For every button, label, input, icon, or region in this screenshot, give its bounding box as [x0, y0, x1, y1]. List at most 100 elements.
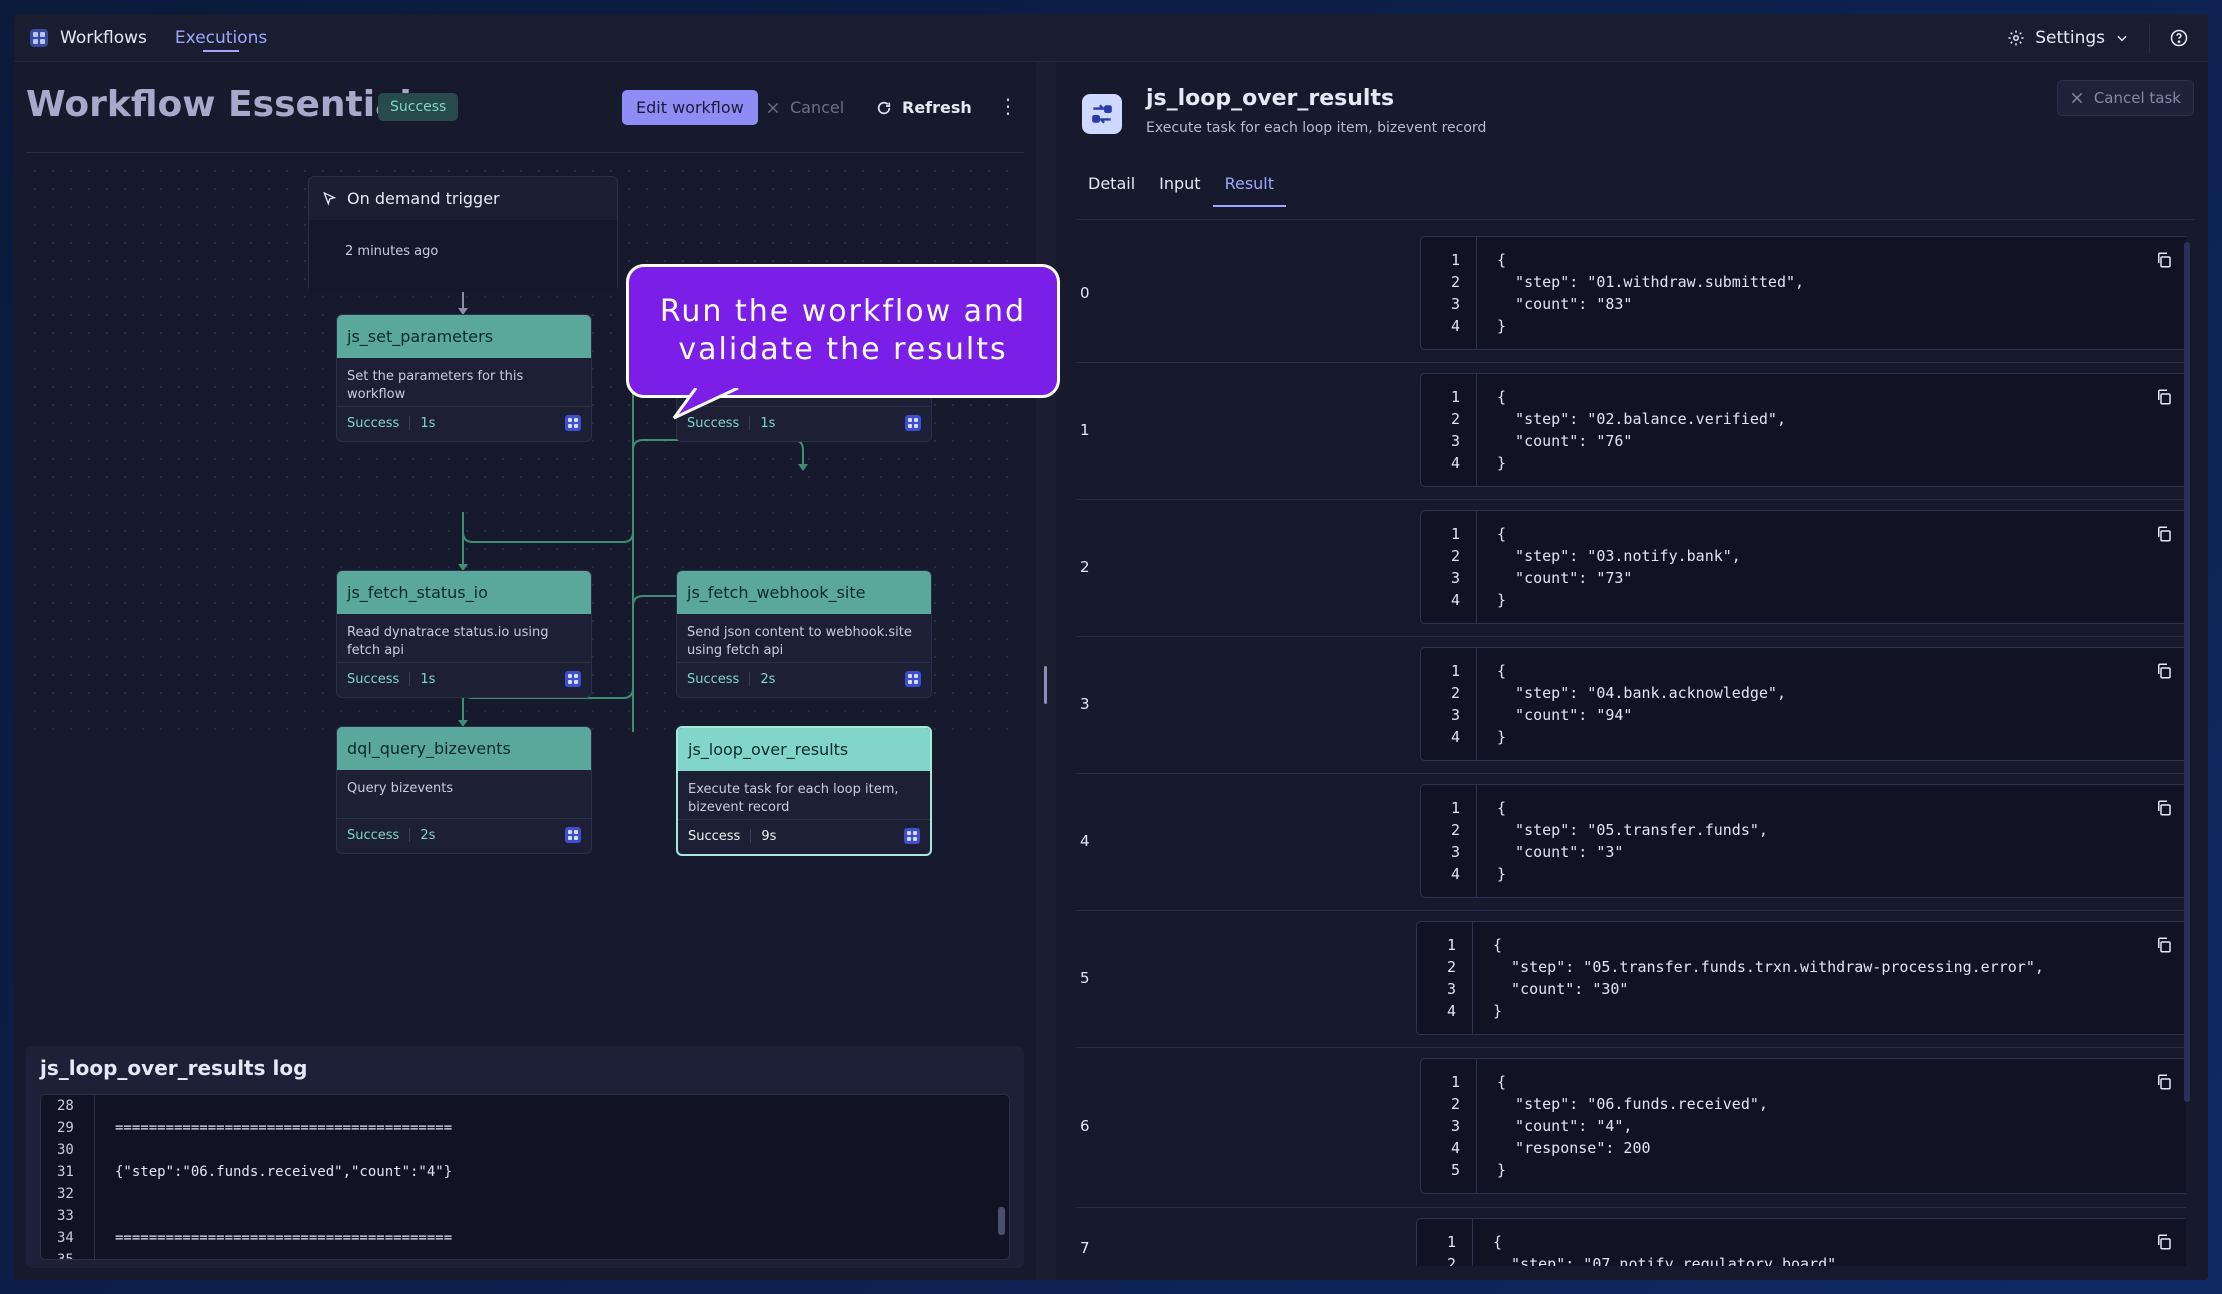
result-code-block[interactable]: 1 2 3 4 { "step": "02.balance.verified", "co…: [1420, 373, 2186, 487]
app-grid-icon: [905, 415, 921, 431]
settings-label: Settings: [2035, 27, 2105, 48]
trigger-time: 2 minutes ago: [309, 220, 617, 292]
log-line-numbers: 28 29 30 31 32 33 34 35: [41, 1095, 95, 1259]
result-code-block[interactable]: 1 2 { "step": "07.notify.regulatory.board"…: [1416, 1218, 2186, 1266]
copy-icon[interactable]: [2155, 251, 2173, 269]
result-code-block[interactable]: 1 2 3 4 { "step": "03.notify.bank", "count":…: [1420, 510, 2186, 624]
top-bar: Workflows Executions Settings: [14, 14, 2208, 62]
help-button[interactable]: [2150, 29, 2208, 47]
code-text: { "step": "04.bank.acknowledge", "count"…: [1497, 662, 1786, 746]
status-badge: Success: [378, 93, 459, 121]
result-code-block[interactable]: 1 2 3 4 5 { "step": "06.funds.received", "cou…: [1420, 1058, 2186, 1194]
copy-icon[interactable]: [2155, 1233, 2173, 1251]
workflow-canvas[interactable]: On demand trigger 2 minutes ago js_set_p…: [26, 162, 1060, 856]
app-grid-icon: [904, 828, 920, 844]
log-scrollbar[interactable]: [998, 1207, 1005, 1235]
callout-line-2: validate the results: [678, 332, 1008, 367]
code-text: { "step": "02.balance.verified", "count"…: [1497, 388, 1786, 472]
tab-executions[interactable]: Executions: [175, 14, 267, 62]
task-node-js-set-parameters[interactable]: js_set_parameters Set the parameters for…: [336, 314, 592, 442]
task-node-js-fetch-status-io[interactable]: js_fetch_status_io Read dynatrace status…: [336, 570, 592, 698]
task-node-js-fetch-webhook-site[interactable]: js_fetch_webhook_site Send json content …: [676, 570, 932, 698]
copy-icon[interactable]: [2155, 936, 2173, 954]
settings-menu[interactable]: Settings: [1987, 22, 2150, 53]
node-duration: 1s: [420, 671, 436, 687]
code-text: { "step": "05.transfer.funds.trxn.withdr…: [1493, 936, 2044, 1020]
node-description: Send json content to webhook.site using …: [687, 625, 912, 658]
code-line-numbers: 12: [1417, 1219, 1473, 1266]
code-line-numbers: 1234: [1417, 922, 1473, 1034]
tab-input[interactable]: Input: [1147, 166, 1212, 207]
refresh-button[interactable]: Refresh: [876, 98, 972, 117]
result-row: 4 1 2 3 4 { "step": "05.transfer.funds", "cou…: [1076, 774, 2186, 911]
code-text: { "step": "06.funds.received", "count": …: [1497, 1073, 1768, 1179]
result-row: 1 1 2 3 4 { "step": "02.balance.verified", "c…: [1076, 363, 2186, 500]
callout-line-1: Run the workflow and: [659, 294, 1027, 329]
node-description: Read dynatrace status.io using fetch api: [347, 625, 549, 658]
page-title: Workflow Essentials: [26, 84, 434, 125]
code-line-numbers: 1234: [1421, 237, 1477, 349]
tabs-divider: [1076, 219, 2194, 220]
code-text: { "step": "05.transfer.funds", "count": …: [1497, 799, 1768, 883]
callout-tail: [672, 388, 739, 420]
copy-icon[interactable]: [2155, 799, 2173, 817]
code-text: { "step": "07.notify.regulatory.board",: [1493, 1233, 1846, 1266]
close-icon: [2071, 92, 2083, 104]
log-viewer[interactable]: 28 29 30 31 32 33 34 35 =======================…: [40, 1094, 1010, 1260]
task-node-js-loop-over-results[interactable]: js_loop_over_results Execute task for ea…: [676, 726, 932, 856]
code-line-numbers: 1234: [1421, 511, 1477, 623]
app-grid-icon: [565, 671, 581, 687]
pane-splitter[interactable]: [1036, 62, 1056, 1280]
node-status: Success: [347, 415, 400, 431]
result-index: 1: [1080, 421, 1090, 439]
result-index: 4: [1080, 832, 1090, 850]
node-description: Execute task for each loop item, bizeven…: [688, 782, 899, 815]
cancel-task-button[interactable]: Cancel task: [2056, 80, 2194, 116]
result-code-block[interactable]: 1 2 3 4 { "step": "04.bank.acknowledge", "co…: [1420, 647, 2186, 761]
result-row: 0 1 2 3 4 { "step": "01.withdraw.submitted", …: [1076, 226, 2186, 363]
node-status: Success: [687, 671, 740, 687]
result-row: 6 1 2 3 4 5 { "step": "06.funds.received", "co…: [1076, 1048, 2186, 1208]
node-title: dql_query_bizevents: [337, 727, 591, 770]
code-text: { "step": "01.withdraw.submitted", "coun…: [1497, 251, 1805, 335]
cursor-click-icon: [323, 191, 337, 206]
copy-icon[interactable]: [2155, 1073, 2173, 1091]
code-text: { "step": "03.notify.bank", "count": "73…: [1497, 525, 1741, 609]
edit-workflow-button[interactable]: Edit workflow: [622, 90, 758, 125]
result-code-block[interactable]: 1 2 3 4 { "step": "01.withdraw.submitted", "…: [1420, 236, 2186, 350]
result-index: 5: [1080, 969, 1090, 987]
app-title[interactable]: Workflows: [60, 28, 147, 48]
result-scrollbar[interactable]: [2184, 242, 2190, 1102]
annotation-callout: Run the workflow and validate the result…: [626, 264, 1060, 398]
code-line-numbers: 1234: [1421, 785, 1477, 897]
loop-task-icon: [1082, 94, 1122, 134]
app-grid-icon: [565, 415, 581, 431]
more-options-button[interactable]: ⋮: [998, 96, 1018, 116]
cancel-label: Cancel: [790, 98, 845, 117]
task-node-dql-query-bizevents[interactable]: dql_query_bizevents Query bizevents Succ…: [336, 726, 592, 854]
result-list[interactable]: 0 1 2 3 4{ "step": "01.withdraw.submitted", …: [1076, 226, 2186, 1266]
node-title: js_loop_over_results: [678, 728, 930, 771]
result-code-block[interactable]: 1 2 3 4 { "step": "05.transfer.funds", "coun…: [1420, 784, 2186, 898]
workflows-app-icon: [30, 28, 48, 47]
tab-detail[interactable]: Detail: [1076, 166, 1147, 207]
gear-icon: [2008, 30, 2024, 45]
cancel-button[interactable]: Cancel: [766, 98, 844, 117]
tab-result[interactable]: Result: [1212, 166, 1287, 207]
node-duration: 1s: [420, 415, 436, 431]
task-subtitle: Execute task for each loop item, bizeven…: [1146, 120, 1487, 136]
splitter-handle[interactable]: [1044, 666, 1047, 704]
workflow-pane: Workflow Essentials Success Edit workflo…: [14, 62, 1060, 1280]
copy-icon[interactable]: [2155, 525, 2173, 543]
node-status: Success: [347, 671, 400, 687]
copy-icon[interactable]: [2155, 388, 2173, 406]
result-index: 2: [1080, 558, 1090, 576]
cancel-task-label: Cancel task: [2093, 89, 2181, 107]
refresh-icon: [877, 101, 891, 114]
app-window: Workflows Executions Settings Workflow E…: [14, 14, 2208, 1280]
result-code-block[interactable]: 1 2 3 4 { "step": "05.transfer.funds.trxn.wi…: [1416, 921, 2186, 1035]
result-row: 5 1 2 3 4 { "step": "05.transfer.funds.trxn.w…: [1076, 911, 2186, 1048]
copy-icon[interactable]: [2155, 662, 2173, 680]
trigger-node[interactable]: On demand trigger 2 minutes ago: [308, 176, 618, 292]
node-title: js_set_parameters: [337, 315, 591, 358]
